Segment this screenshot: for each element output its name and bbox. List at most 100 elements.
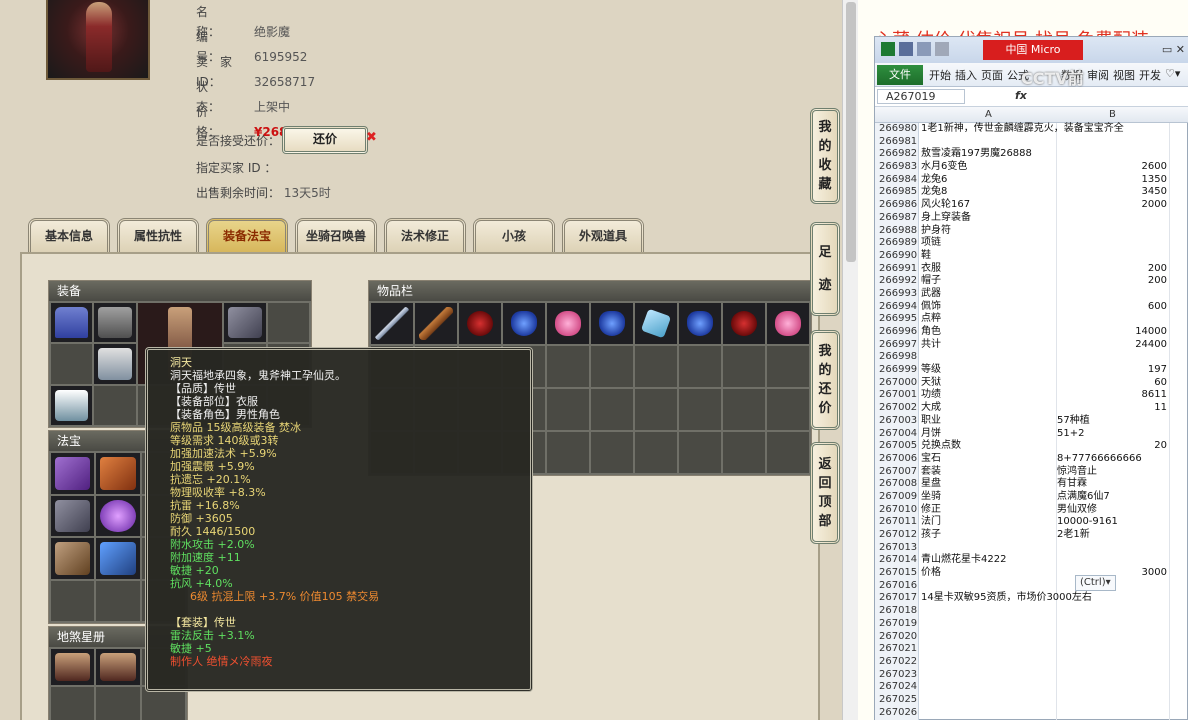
row-number[interactable]: 267007 <box>875 465 919 479</box>
row-number[interactable]: 267024 <box>875 681 919 694</box>
name-box[interactable]: A267019 <box>877 89 965 104</box>
treasure-slot[interactable] <box>51 453 95 494</box>
cell-b[interactable]: 14000 <box>1057 326 1169 339</box>
inventory-slot[interactable] <box>635 389 677 430</box>
cell-a[interactable]: 武器 <box>921 288 1055 301</box>
my-offers-button[interactable]: 我的还价 <box>810 330 840 430</box>
row-number[interactable]: 266994 <box>875 300 919 314</box>
scrollbar-thumb[interactable] <box>846 2 856 262</box>
row-number[interactable]: 267025 <box>875 693 919 707</box>
star-card-slot[interactable] <box>96 649 140 685</box>
cell-a[interactable]: 鞋 <box>921 250 1055 263</box>
treasure-slot[interactable] <box>96 538 140 579</box>
treasure-slot[interactable] <box>96 495 140 536</box>
inventory-slot[interactable] <box>767 303 809 344</box>
cell-b[interactable]: 10000-9161 <box>1057 516 1169 529</box>
cell-a[interactable]: 星盘 <box>921 478 1055 491</box>
tab-children[interactable]: 小孩 <box>473 218 555 252</box>
column-b-header[interactable]: B <box>1109 109 1116 120</box>
row-number[interactable]: 266985 <box>875 186 919 200</box>
save-icon[interactable] <box>899 42 913 56</box>
row-number[interactable]: 266998 <box>875 351 919 365</box>
cell-a[interactable]: 坐骑 <box>921 491 1055 504</box>
cell-a[interactable]: 修正 <box>921 504 1055 517</box>
ribbon-tab[interactable]: 插入 <box>955 67 977 83</box>
inventory-slot[interactable] <box>547 432 589 473</box>
counter-offer-button[interactable]: 还价 <box>282 126 368 154</box>
ribbon-tab[interactable]: 页面 <box>981 67 1003 83</box>
row-number[interactable]: 267013 <box>875 541 919 555</box>
row-number[interactable]: 267010 <box>875 503 919 517</box>
cell-a[interactable]: 项链 <box>921 237 1055 250</box>
cell-a[interactable]: 龙兔8 <box>921 186 1055 199</box>
ribbon-options-icon[interactable]: ♡▾ <box>1165 67 1180 80</box>
treasure-slot[interactable] <box>96 453 140 494</box>
inventory-slot[interactable] <box>679 303 721 344</box>
cell-a[interactable]: 角色 <box>921 326 1055 339</box>
inventory-slot[interactable] <box>547 389 589 430</box>
cell-b[interactable]: 3450 <box>1057 186 1169 199</box>
treasure-slot[interactable] <box>51 580 95 621</box>
cell-a[interactable]: 兑换点数 <box>921 440 1055 453</box>
cell-b[interactable]: 2老1新 <box>1057 529 1169 542</box>
row-number[interactable]: 267005 <box>875 440 919 453</box>
row-number[interactable]: 266987 <box>875 211 919 225</box>
row-number[interactable]: 267016 <box>875 579 919 593</box>
row-number[interactable]: 267019 <box>875 617 919 631</box>
star-card-slot[interactable] <box>96 687 140 720</box>
cell-b[interactable]: 200 <box>1057 263 1169 276</box>
inventory-slot[interactable] <box>679 346 721 387</box>
cell-a[interactable]: 14星卡双敏95资质，市场价3000左右 <box>921 592 1092 605</box>
back-to-top-button[interactable]: 返回顶部 <box>810 442 840 544</box>
row-number[interactable]: 267011 <box>875 516 919 529</box>
cell-a[interactable]: 孩子 <box>921 529 1055 542</box>
row-number[interactable]: 266992 <box>875 275 919 288</box>
cell-b[interactable]: 有甘霖 <box>1057 478 1169 491</box>
file-tab[interactable]: 文件 <box>877 65 923 85</box>
row-number[interactable]: 266981 <box>875 135 919 149</box>
row-number[interactable]: 267018 <box>875 605 919 618</box>
fx-icon[interactable]: fx <box>1015 89 1027 102</box>
cell-a[interactable]: 共计 <box>921 339 1055 352</box>
row-number[interactable]: 266999 <box>875 364 919 377</box>
row-number[interactable]: 266983 <box>875 161 919 174</box>
cell-a[interactable]: 龙兔6 <box>921 174 1055 187</box>
row-number[interactable]: 267008 <box>875 478 919 491</box>
row-number[interactable]: 267021 <box>875 643 919 656</box>
cell-a[interactable]: 价格 <box>921 567 1055 580</box>
cell-a[interactable]: 1老1新神，传世金麟缠霹克火，装备宝宝齐全 <box>921 123 1124 136</box>
row-number[interactable]: 267023 <box>875 668 919 682</box>
inventory-slot[interactable] <box>591 432 633 473</box>
cell-b[interactable]: 600 <box>1057 301 1169 314</box>
tab-appearance[interactable]: 外观道具 <box>562 218 644 252</box>
tab-spell-mods[interactable]: 法术修正 <box>384 218 466 252</box>
inventory-slot[interactable] <box>547 346 589 387</box>
treasure-slot[interactable] <box>96 580 140 621</box>
row-number[interactable]: 267001 <box>875 389 919 403</box>
cell-a[interactable]: 衣服 <box>921 263 1055 276</box>
cell-a[interactable]: 青山燃花星卡4222 <box>921 554 1055 567</box>
tab-equipment[interactable]: 装备法宝 <box>206 218 288 252</box>
equip-slot[interactable] <box>94 303 136 343</box>
inventory-slot[interactable] <box>415 303 457 344</box>
row-number[interactable]: 267022 <box>875 655 919 669</box>
my-favorites-button[interactable]: 我的收藏 <box>810 108 840 204</box>
cell-a[interactable]: 点粹 <box>921 313 1055 326</box>
treasure-slot[interactable] <box>51 495 95 536</box>
row-number[interactable]: 266996 <box>875 326 919 339</box>
row-number[interactable]: 267000 <box>875 376 919 390</box>
page-scrollbar[interactable] <box>842 0 858 720</box>
row-number[interactable]: 267014 <box>875 554 919 568</box>
tab-mounts[interactable]: 坐骑召唤兽 <box>295 218 377 252</box>
inventory-slot[interactable] <box>723 303 765 344</box>
row-number[interactable]: 266993 <box>875 287 919 301</box>
inventory-slot[interactable] <box>723 346 765 387</box>
row-number[interactable]: 267009 <box>875 490 919 504</box>
ribbon-tab[interactable]: 视图 <box>1113 67 1135 83</box>
cell-a[interactable]: 等级 <box>921 364 1055 377</box>
row-number[interactable]: 266986 <box>875 199 919 212</box>
equip-slot[interactable] <box>224 303 266 343</box>
history-button[interactable]: 足迹 <box>810 222 840 316</box>
cell-a[interactable]: 敖雪凌霜197男魔26888 <box>921 148 1055 161</box>
cell-a[interactable]: 职业 <box>921 415 1055 428</box>
